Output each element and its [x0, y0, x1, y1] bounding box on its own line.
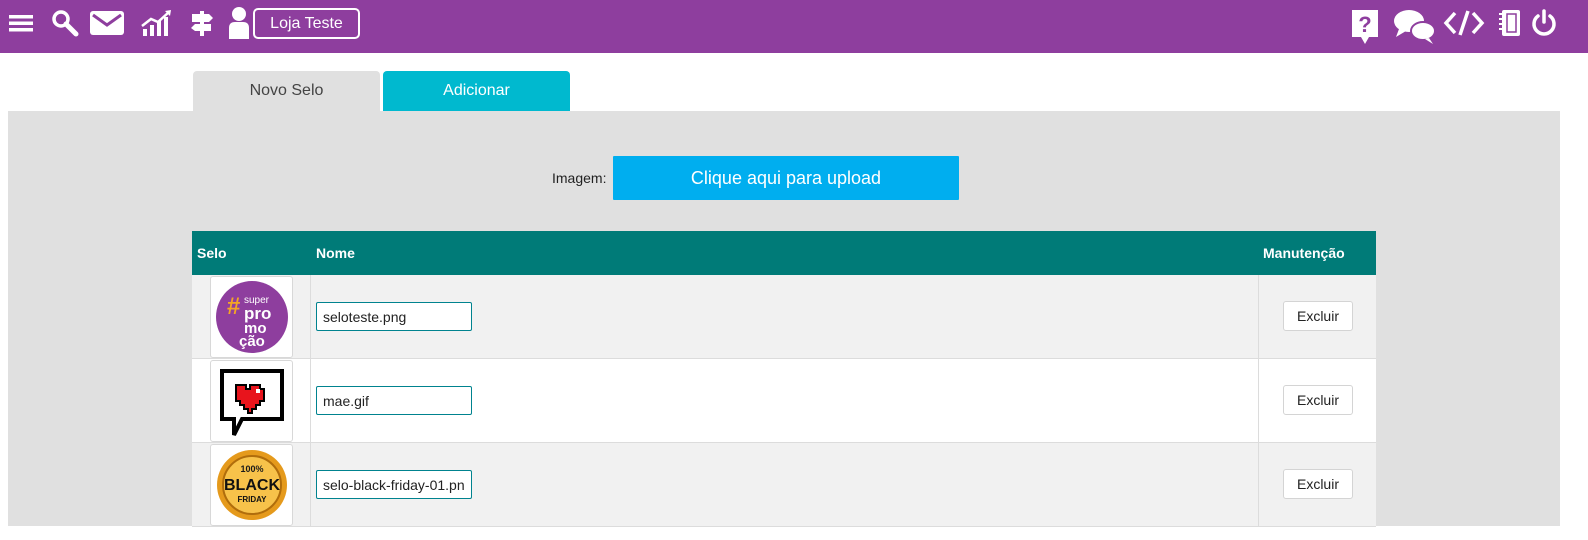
tab-novo-selo[interactable]: Novo Selo	[193, 71, 380, 111]
power-icon[interactable]	[1530, 0, 1558, 46]
svg-text:BLACK: BLACK	[224, 477, 280, 494]
delete-button[interactable]: Excluir	[1283, 469, 1353, 499]
black-friday-badge-image: 100% BLACK FRIDAY	[216, 450, 287, 520]
svg-text:100%: 100%	[240, 464, 263, 474]
mail-icon[interactable]	[88, 0, 126, 46]
tab-adicionar[interactable]: Adicionar	[383, 71, 570, 111]
pixel-heart-bubble-image	[219, 369, 284, 436]
search-icon[interactable]	[50, 0, 80, 46]
delete-button[interactable]: Excluir	[1283, 301, 1353, 331]
upload-button[interactable]: Clique aqui para upload	[613, 156, 959, 200]
table-row: # super pro mo ção Excluir	[192, 275, 1376, 359]
stats-icon[interactable]	[140, 0, 174, 46]
svg-text:ção: ção	[239, 333, 265, 350]
seal-thumbnail: 100% BLACK FRIDAY	[210, 444, 293, 526]
seal-name-input[interactable]	[316, 302, 472, 331]
chat-icon[interactable]	[1392, 3, 1438, 49]
svg-text:?: ?	[1358, 12, 1371, 37]
super-promocao-seal-image: # super pro mo ção	[215, 281, 288, 353]
delete-button[interactable]: Excluir	[1283, 385, 1353, 415]
table-row: Excluir	[192, 359, 1376, 443]
svg-text:#: #	[227, 293, 240, 320]
notebook-icon[interactable]	[1496, 0, 1524, 46]
signpost-icon[interactable]	[188, 0, 216, 46]
image-label: Imagem:	[552, 170, 607, 186]
seal-name-input[interactable]	[316, 386, 472, 415]
menu-icon[interactable]	[8, 0, 34, 46]
code-icon[interactable]	[1442, 0, 1486, 46]
user-icon[interactable]	[226, 0, 254, 46]
top-navigation-bar: Loja Teste ?	[0, 0, 1588, 53]
store-selector-button[interactable]: Loja Teste	[253, 8, 360, 39]
svg-text:FRIDAY: FRIDAY	[237, 495, 267, 504]
column-header-manutencao: Manutenção	[1263, 245, 1345, 261]
seal-thumbnail	[210, 360, 293, 442]
column-header-selo: Selo	[197, 245, 227, 261]
table-header: Selo Nome Manutenção	[192, 231, 1376, 275]
seal-thumbnail: # super pro mo ção	[210, 276, 293, 358]
seal-name-input[interactable]	[316, 470, 472, 499]
help-icon[interactable]: ?	[1348, 4, 1382, 50]
column-header-nome: Nome	[316, 245, 355, 261]
table-row: 100% BLACK FRIDAY Excluir	[192, 443, 1376, 527]
